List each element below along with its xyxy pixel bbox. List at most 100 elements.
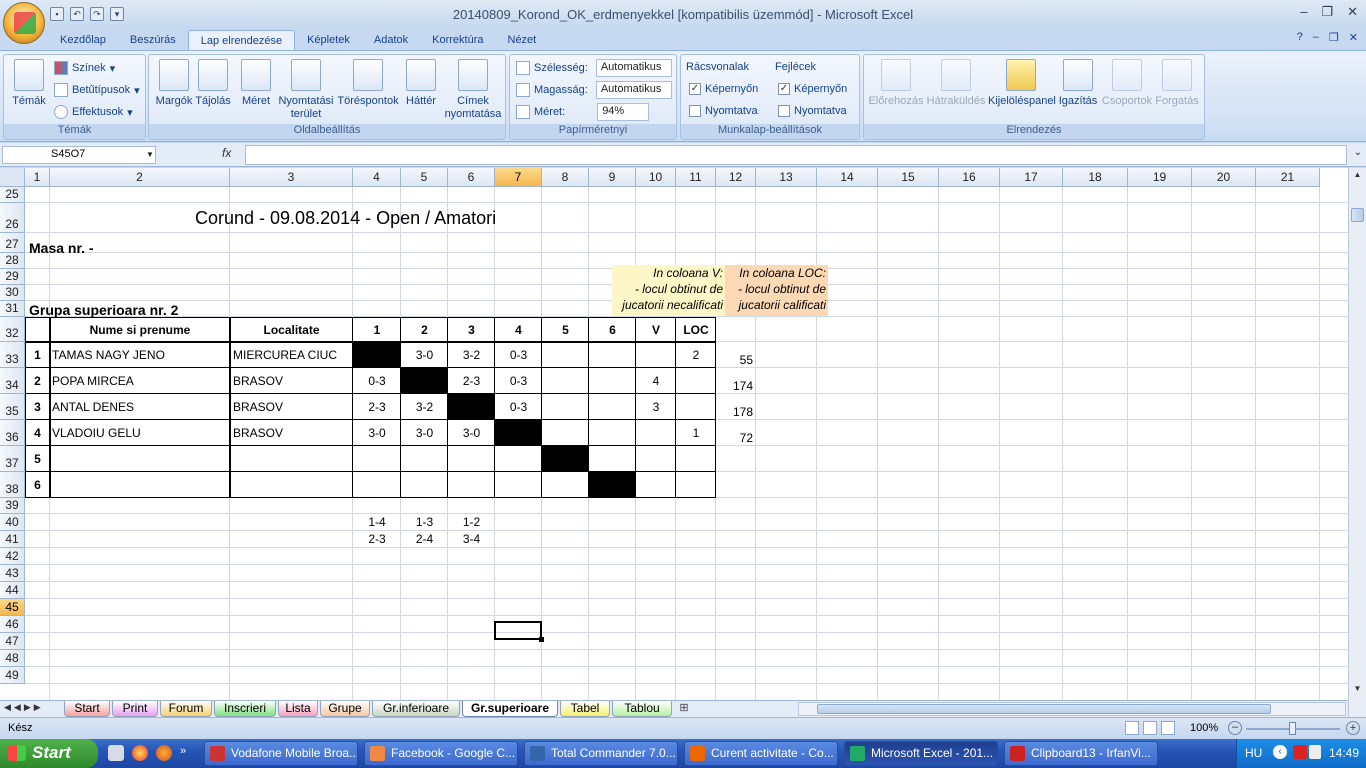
zoom-out-icon[interactable]: –: [1228, 721, 1242, 735]
extra-number[interactable]: 72: [716, 431, 753, 445]
pair-label[interactable]: 1-4: [353, 515, 401, 529]
match-result[interactable]: 0-3: [495, 348, 542, 362]
extra-number[interactable]: 174: [716, 379, 753, 393]
width-dropdown[interactable]: Automatikus: [595, 59, 672, 77]
match-result[interactable]: 0-3: [495, 400, 542, 414]
match-result[interactable]: 3-0: [401, 426, 448, 440]
column-header[interactable]: 8: [542, 168, 589, 187]
taskbar-task[interactable]: Clipboard13 - IrfanVi...: [1004, 741, 1158, 766]
name-box[interactable]: S45O7: [2, 146, 156, 164]
column-header[interactable]: 15: [878, 168, 939, 187]
column-header[interactable]: 21: [1256, 168, 1320, 187]
pair-label[interactable]: 1-2: [448, 515, 495, 529]
formula-input[interactable]: [245, 145, 1347, 165]
effects-button[interactable]: Effektusok ▾: [54, 105, 133, 119]
language-indicator[interactable]: HU: [1245, 746, 1262, 760]
gridlines-view-checkbox[interactable]: ✓ Képernyőn: [689, 83, 758, 95]
print-area-button[interactable]: Nyomtatási terület: [277, 59, 335, 121]
selected-cell[interactable]: [494, 621, 544, 642]
hscroll-thumb[interactable]: [817, 704, 1271, 714]
tab-adatok[interactable]: Adatok: [362, 30, 420, 50]
chrome-icon[interactable]: [132, 745, 148, 761]
scroll-up-icon[interactable]: ▲: [1351, 170, 1364, 182]
column-header[interactable]: 19: [1128, 168, 1192, 187]
sheet-tab[interactable]: Forum: [160, 701, 212, 717]
sheet-tab[interactable]: Gr.superioare: [462, 701, 558, 717]
sheet-tab[interactable]: Lista: [278, 701, 318, 717]
ribbon-minimize-icon[interactable]: –: [1313, 31, 1319, 44]
row-header[interactable]: 46: [0, 616, 25, 633]
start-button[interactable]: Start: [0, 739, 98, 768]
sheet-tab[interactable]: Grupe: [320, 701, 370, 717]
sheet-tab[interactable]: Tablou: [612, 701, 672, 717]
row-header[interactable]: 36: [0, 420, 25, 446]
column-header[interactable]: 2: [50, 168, 230, 187]
office-button[interactable]: [3, 2, 45, 44]
sheet-tab[interactable]: Start: [64, 701, 110, 717]
extra-number[interactable]: 178: [716, 405, 753, 419]
row-header[interactable]: 47: [0, 633, 25, 650]
taskbar-task[interactable]: Microsoft Excel - 201...: [844, 741, 998, 766]
taskbar-task[interactable]: Vodafone Mobile Broa...: [204, 741, 358, 766]
row-header[interactable]: 48: [0, 650, 25, 667]
horizontal-scrollbar[interactable]: [798, 702, 1346, 716]
match-result[interactable]: 0-3: [495, 374, 542, 388]
row-header[interactable]: 49: [0, 667, 25, 684]
row-header[interactable]: 40: [0, 514, 25, 531]
pair-label[interactable]: 2-4: [401, 532, 448, 546]
background-button[interactable]: Háttér: [403, 59, 439, 108]
name-box-dropdown-icon[interactable]: ▼: [146, 150, 154, 159]
tab-korrektura[interactable]: Korrektúra: [420, 30, 495, 50]
row-header[interactable]: 33: [0, 342, 25, 368]
orientation-button[interactable]: Tájolás: [193, 59, 233, 108]
column-header[interactable]: 9: [589, 168, 636, 187]
match-result[interactable]: 2-3: [448, 374, 495, 388]
selection-pane-button[interactable]: Kijelöléspanel: [988, 59, 1056, 108]
row-header[interactable]: 35: [0, 394, 25, 420]
sheet-tab[interactable]: Tabel: [560, 701, 610, 717]
extra-number[interactable]: 55: [716, 353, 753, 367]
pair-label[interactable]: 1-3: [401, 515, 448, 529]
scale-spinner[interactable]: 94%: [597, 103, 650, 121]
column-header[interactable]: 18: [1063, 168, 1128, 187]
taskbar-task[interactable]: Total Commander 7.0...: [524, 741, 678, 766]
column-header[interactable]: 4: [353, 168, 401, 187]
spreadsheet-grid[interactable]: 1 2 3 4 5 6 7 8 9 10 11 12 13 14 15 16 17 18 19 20 21 25 26 27…: [0, 168, 1348, 700]
row-header[interactable]: 25: [0, 187, 25, 203]
restore-icon[interactable]: ❐: [1321, 4, 1333, 20]
normal-view-icon[interactable]: [1125, 721, 1139, 735]
breaks-button[interactable]: Töréspontok: [335, 59, 401, 108]
row-header[interactable]: 42: [0, 548, 25, 565]
print-titles-button[interactable]: Címek nyomtatása: [443, 59, 503, 121]
column-header[interactable]: 5: [401, 168, 448, 187]
taskbar-task[interactable]: Facebook - Google C...: [364, 741, 518, 766]
row-header[interactable]: 27: [0, 233, 25, 253]
margins-button[interactable]: Margók: [153, 59, 195, 108]
ribbon-restore-icon[interactable]: ❐: [1329, 31, 1339, 44]
height-dropdown[interactable]: Automatikus: [595, 81, 672, 99]
row-header[interactable]: 32: [0, 317, 25, 342]
page-break-view-icon[interactable]: [1161, 721, 1175, 735]
scroll-thumb[interactable]: [1351, 208, 1364, 222]
help-icon[interactable]: ?: [1297, 31, 1303, 44]
minimize-icon[interactable]: –: [1300, 4, 1307, 20]
sheet-tab[interactable]: Inscrieri: [214, 701, 276, 717]
show-desktop-icon[interactable]: [108, 745, 124, 761]
column-header[interactable]: 6: [448, 168, 495, 187]
page-layout-view-icon[interactable]: [1143, 721, 1157, 735]
row-header[interactable]: 28: [0, 253, 25, 269]
row-header[interactable]: 29: [0, 269, 25, 285]
scroll-down-icon[interactable]: ▼: [1351, 684, 1364, 696]
tab-kepletek[interactable]: Képletek: [295, 30, 362, 50]
close-icon[interactable]: ✕: [1347, 4, 1358, 20]
themes-button[interactable]: Témák: [8, 59, 50, 108]
pair-label[interactable]: 2-3: [353, 532, 401, 546]
match-result[interactable]: 2-3: [353, 400, 401, 414]
loc-place[interactable]: 1: [676, 426, 716, 440]
volume-icon[interactable]: [1309, 745, 1321, 759]
tray-arrow-icon[interactable]: ‹: [1273, 745, 1287, 759]
align-button[interactable]: Igazítás: [1056, 59, 1100, 108]
row-header[interactable]: 31: [0, 301, 25, 317]
insert-sheet-icon[interactable]: ⊞: [676, 701, 692, 717]
save-icon[interactable]: ▪: [50, 7, 64, 21]
